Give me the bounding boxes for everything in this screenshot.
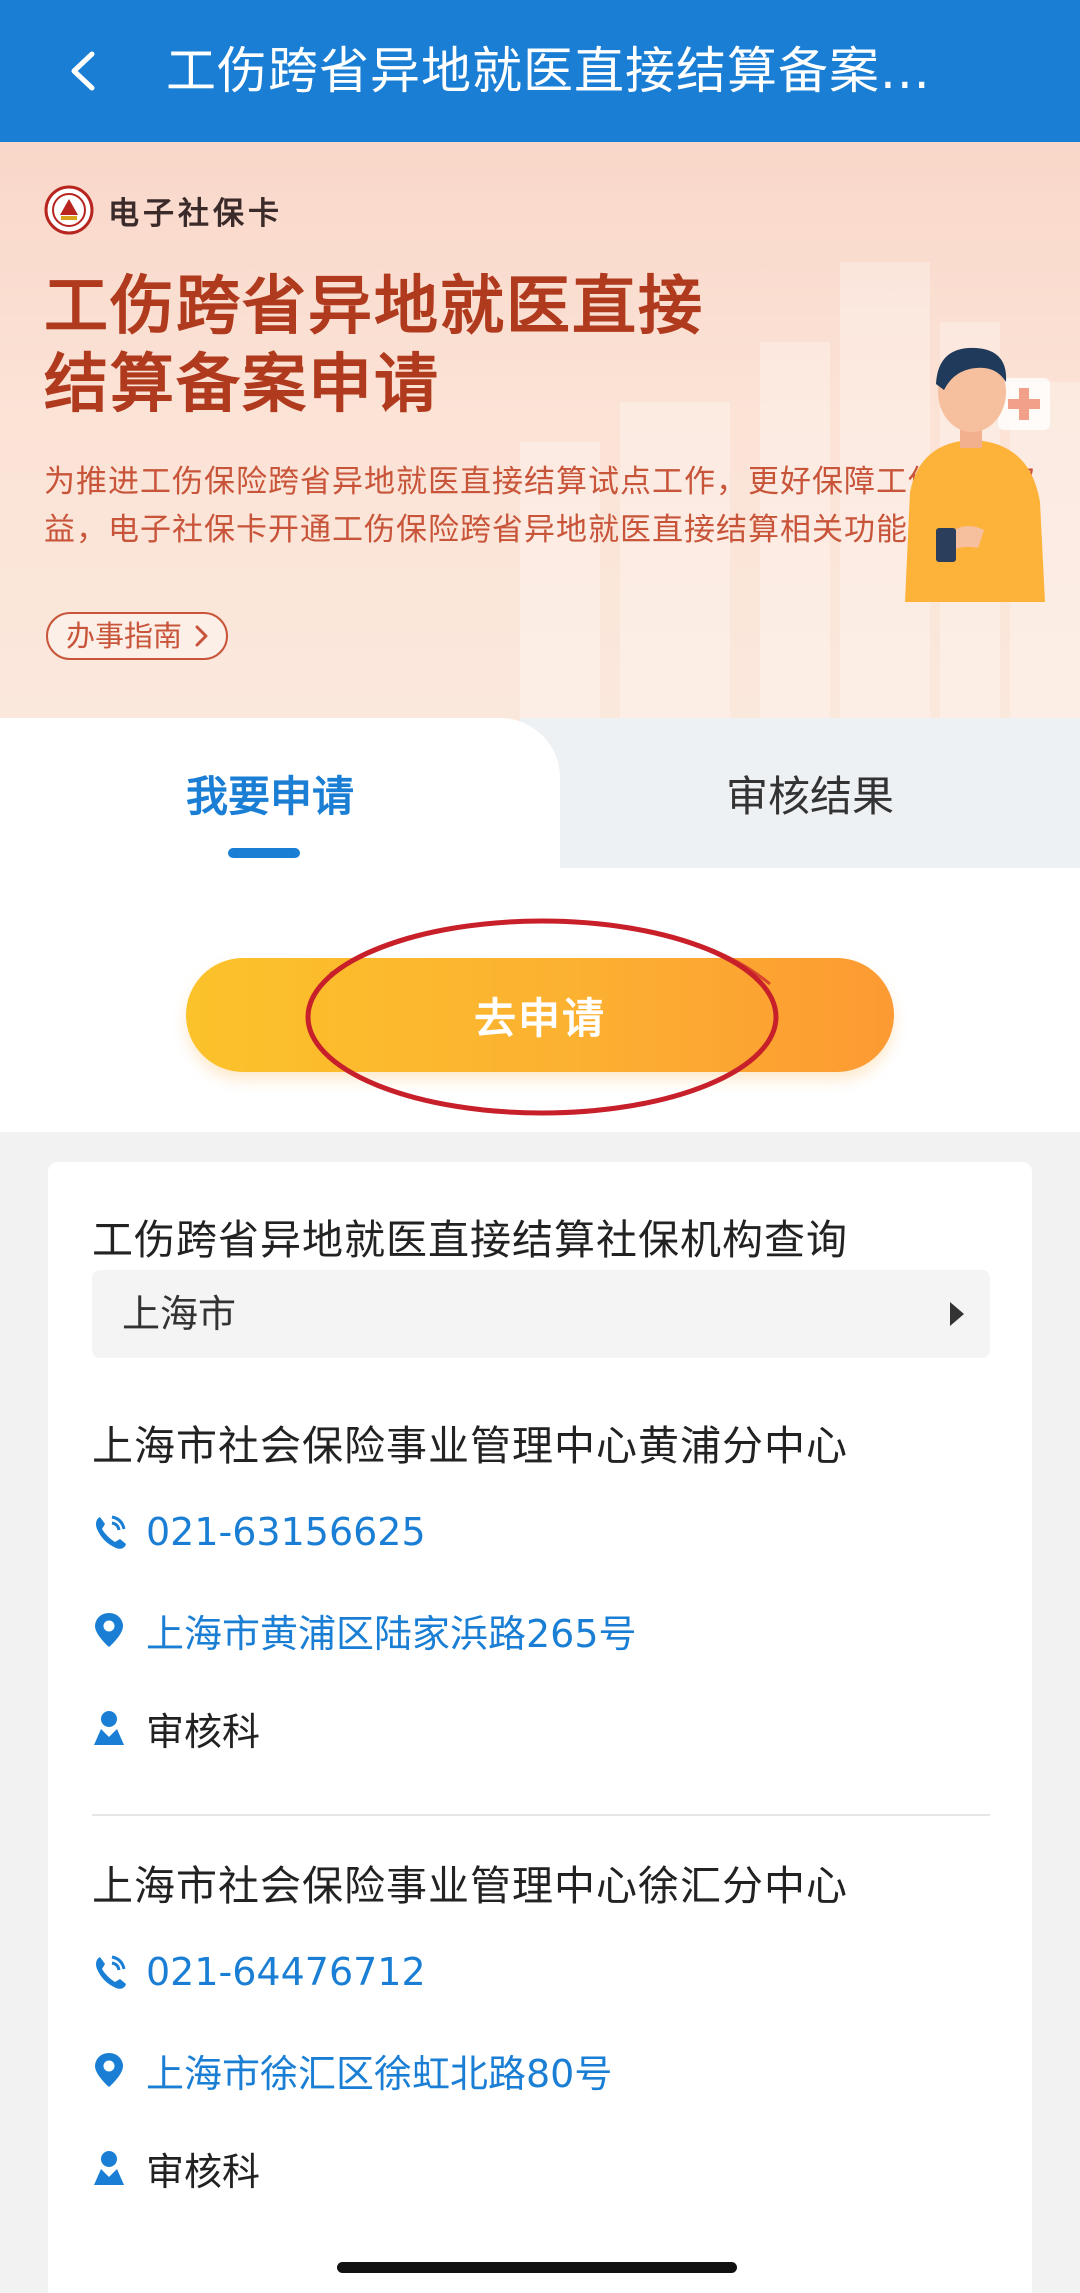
chevron-left-icon (71, 51, 95, 91)
org-phone[interactable]: 021-64476712 (146, 1950, 426, 1994)
page-title: 工伤跨省异地就医直接结算备案... (166, 42, 931, 100)
person-icon (92, 1708, 126, 1748)
guide-label: 办事指南 (66, 619, 183, 653)
org-address-row[interactable]: 上海市黄浦区陆家浜路265号 (92, 1602, 637, 1658)
apply-section: 去申请 (0, 868, 1080, 1132)
org-item: 上海市社会保险事业管理中心黄浦分中心 021-63156625 上海市黄浦区陆家… (92, 1412, 990, 1754)
chevron-right-icon (195, 625, 208, 647)
tab-bar: 我要申请 审核结果 (0, 718, 1080, 868)
hero-title: 工伤跨省异地就医直接 结算备案申请 (44, 268, 824, 424)
social-security-logo-icon (44, 185, 94, 235)
brand: 电子社保卡 (44, 182, 283, 238)
guide-button[interactable]: 办事指南 (46, 612, 229, 660)
org-dept: 审核科 (146, 1709, 261, 1754)
org-address[interactable]: 上海市徐汇区徐虹北路80号 (146, 2043, 612, 2098)
person-illustration-icon (905, 347, 1050, 602)
city-select[interactable]: 上海市 (92, 1270, 990, 1358)
phone-icon (92, 1512, 126, 1552)
app-bar: 工伤跨省异地就医直接结算备案... (0, 0, 1080, 142)
org-dept-row: 审核科 (92, 2140, 260, 2196)
active-tab-indicator (228, 848, 300, 858)
location-pin-icon (92, 2050, 126, 2090)
org-phone-row[interactable]: 021-63156625 (92, 1504, 426, 1560)
org-dept-row: 审核科 (92, 1700, 260, 1756)
brand-name: 电子社保卡 (108, 195, 283, 232)
tab-review-result[interactable]: 审核结果 (540, 718, 1080, 868)
city-value: 上海市 (122, 1292, 237, 1336)
org-address-row[interactable]: 上海市徐汇区徐虹北路80号 (92, 2042, 612, 2098)
org-item: 上海市社会保险事业管理中心徐汇分中心 021-64476712 上海市徐汇区徐虹… (92, 1852, 990, 2194)
divider (92, 1814, 990, 1816)
hero-title-line-1: 工伤跨省异地就医直接 (44, 270, 704, 344)
phone-icon (92, 1952, 126, 1992)
hero-banner: 电子社保卡 工伤跨省异地就医直接 结算备案申请 为推进工伤保险跨省异地就医直接结… (0, 142, 1080, 742)
org-name: 上海市社会保险事业管理中心徐汇分中心 (92, 1862, 848, 1910)
hero-title-line-2: 结算备案申请 (44, 348, 440, 422)
org-dept: 审核科 (146, 2149, 261, 2194)
org-name: 上海市社会保险事业管理中心黄浦分中心 (92, 1422, 848, 1470)
org-address[interactable]: 上海市黄浦区陆家浜路265号 (146, 1603, 637, 1658)
caret-right-icon (950, 1302, 964, 1326)
tab-apply[interactable]: 我要申请 (0, 718, 540, 868)
location-pin-icon (92, 1610, 126, 1650)
go-apply-button[interactable]: 去申请 (186, 958, 894, 1072)
org-query-card: 工伤跨省异地就医直接结算社保机构查询 上海市 上海市社会保险事业管理中心黄浦分中… (48, 1162, 1032, 2293)
home-indicator (337, 2262, 737, 2273)
back-button[interactable] (50, 36, 120, 106)
query-title: 工伤跨省异地就医直接结算社保机构查询 (92, 1216, 848, 1264)
org-phone[interactable]: 021-63156625 (146, 1510, 426, 1554)
person-icon (92, 2148, 126, 2188)
org-phone-row[interactable]: 021-64476712 (92, 1944, 426, 2000)
